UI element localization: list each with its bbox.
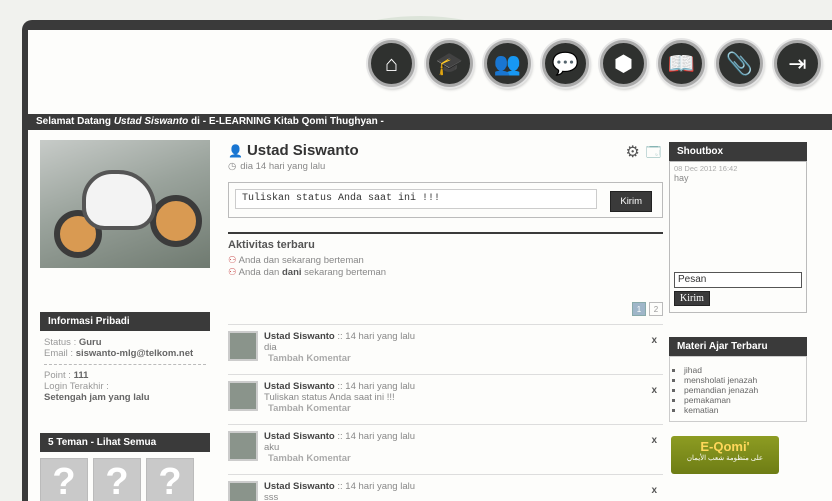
post-time: :: 14 hari yang lalu [334, 331, 416, 342]
materi-list: jihadmensholati jenazahpemandian jenazah… [669, 356, 807, 422]
welcome-bar: Selamat Datang Ustad Siswanto di - E-LEA… [28, 114, 832, 130]
home-icon[interactable]: ⌂ [368, 40, 415, 87]
box-icon[interactable]: ⬢ [600, 40, 647, 87]
shoutbox: 08 Dec 2012 16:42 hay Pesan Kirim [669, 161, 807, 313]
activity-item: ⚇ Anda dan dani sekarang berteman [228, 267, 387, 278]
gear-icon[interactable]: ⚙ [625, 142, 639, 166]
friend-avatar[interactable]: ? [146, 458, 194, 501]
post-avatar[interactable] [228, 381, 258, 411]
delete-post-button[interactable]: x [651, 435, 657, 446]
post-avatar[interactable] [228, 331, 258, 361]
users-icon[interactable]: 👥 [484, 40, 531, 87]
post-time: :: 14 hari yang lalu [334, 481, 416, 492]
page-2[interactable]: 2 [649, 302, 663, 316]
feed-post: Ustad Siswanto :: 14 hari yang lalu Tulis… [228, 374, 663, 424]
post-author[interactable]: Ustad Siswanto [264, 431, 335, 442]
post-body: Ustad Siswanto :: 14 hari yang lalusssTa… [264, 481, 415, 501]
top-nav: ⌂ 🎓 👥 💬 ⬢ 📖 📎 ⇥ [28, 30, 832, 108]
profile-tools: ⚙ 🗔 [625, 142, 661, 166]
delete-post-button[interactable]: x [651, 485, 657, 496]
shout-message: hay [674, 173, 689, 183]
post-text: aku [264, 442, 280, 453]
materi-item[interactable]: jihad [684, 365, 800, 375]
post-time: :: 14 hari yang lalu [334, 381, 416, 392]
clock-icon: ◷ [228, 161, 237, 172]
feed-post: Ustad Siswanto :: 14 hari yang laluaku Ta… [228, 424, 663, 474]
materi-item[interactable]: pemandian jenazah [684, 385, 800, 395]
materi-item[interactable]: kematian [684, 405, 800, 415]
add-comment-link[interactable]: Tambah Komentar [268, 453, 415, 464]
status-submit-button[interactable]: Kirim [610, 191, 652, 212]
delete-post-button[interactable]: x [651, 335, 657, 346]
post-text: sss [264, 492, 279, 501]
add-comment-link[interactable]: Tambah Komentar [268, 353, 415, 364]
post-avatar[interactable] [228, 481, 258, 501]
edit-icon[interactable]: 🗔 [646, 142, 661, 166]
profile-photo [40, 140, 210, 268]
right-column: Shoutbox 08 Dec 2012 16:42 hay Pesan Kir… [669, 142, 807, 474]
post-text: dia [264, 342, 277, 353]
chat-icon[interactable]: 💬 [542, 40, 589, 87]
post-author[interactable]: Ustad Siswanto [264, 331, 335, 342]
materi-item[interactable]: mensholati jenazah [684, 375, 800, 385]
profile-name: 👤 Ustad Siswanto [228, 142, 359, 159]
activity-list: ⚇ Anda dan sekarang berteman ⚇ Anda dan … [228, 255, 663, 279]
status-input[interactable]: Tuliskan status Anda saat ini !!! [235, 189, 597, 209]
shout-input[interactable]: Pesan [674, 272, 802, 288]
feed-post: Ustad Siswanto :: 14 hari yang lalusssTa… [228, 474, 663, 501]
info-panel: Status : Guru Email : siswanto-mlg@telko… [40, 331, 210, 409]
post-author[interactable]: Ustad Siswanto [264, 381, 335, 392]
center-column: 👤 Ustad Siswanto ◷ dia 14 hari yang lalu… [228, 142, 663, 501]
logout-icon[interactable]: ⇥ [774, 40, 821, 87]
friends-grid: ? ? ? [40, 458, 210, 501]
delete-post-button[interactable]: x [651, 385, 657, 396]
shoutbox-title: Shoutbox [669, 142, 807, 161]
info-title: Informasi Pribadi [40, 312, 210, 331]
post-avatar[interactable] [228, 431, 258, 461]
post-body: Ustad Siswanto :: 14 hari yang laludia Ta… [264, 331, 415, 374]
post-author[interactable]: Ustad Siswanto [264, 481, 335, 492]
friends-title[interactable]: 5 Teman - Lihat Semua [40, 433, 210, 452]
eqomi-banner[interactable]: E-Qomi' على منظومة شعب الأيمان [671, 436, 779, 474]
friend-avatar[interactable]: ? [93, 458, 141, 501]
pagination: 1 2 [632, 302, 663, 316]
feed-post: Ustad Siswanto :: 14 hari yang laludia Ta… [228, 324, 663, 374]
app-frame: ⌂ 🎓 👥 💬 ⬢ 📖 📎 ⇥ Selamat Datang Ustad Siswanto d… [22, 20, 832, 501]
user-icon: 👤 [228, 143, 243, 158]
materi-title: Materi Ajar Terbaru [669, 337, 807, 356]
materi-item[interactable]: pemakaman [684, 395, 800, 405]
post-body: Ustad Siswanto :: 14 hari yang laluaku Ta… [264, 431, 415, 474]
status-feed: Ustad Siswanto :: 14 hari yang lalu dia Ta… [228, 324, 663, 501]
shout-timestamp: 08 Dec 2012 16:42 [674, 164, 738, 173]
post-text: Tuliskan status Anda saat ini !!! [264, 392, 395, 403]
post-time: :: 14 hari yang lalu [334, 431, 416, 442]
friend-add-icon: ⚇ [228, 255, 237, 266]
post-body: Ustad Siswanto :: 14 hari yang lalu Tulis… [264, 381, 415, 424]
page-1[interactable]: 1 [632, 302, 646, 316]
paperclip-icon[interactable]: 📎 [716, 40, 763, 87]
activity-title: Aktivitas terbaru [228, 232, 663, 251]
profile-time: ◷ dia 14 hari yang lalu [228, 161, 326, 172]
add-comment-link[interactable]: Tambah Komentar [268, 403, 415, 414]
shout-submit-button[interactable]: Kirim [674, 291, 710, 306]
status-form: Tuliskan status Anda saat ini !!! Kirim [228, 182, 663, 218]
friend-add-icon: ⚇ [228, 267, 237, 278]
book-icon[interactable]: 📖 [658, 40, 705, 87]
activity-item: ⚇ Anda dan sekarang berteman [228, 255, 364, 266]
left-column: Informasi Pribadi Status : Guru Email : … [40, 140, 210, 501]
friend-avatar[interactable]: ? [40, 458, 88, 501]
graduation-cap-icon[interactable]: 🎓 [426, 40, 473, 87]
